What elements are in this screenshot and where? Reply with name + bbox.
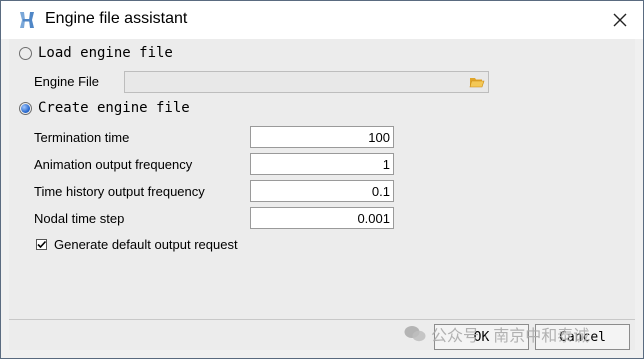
title-bar: Engine file assistant	[1, 1, 643, 39]
button-divider	[9, 319, 635, 320]
checkmark-icon	[37, 240, 47, 249]
load-engine-file-label: Load engine file	[38, 45, 173, 61]
time-history-output-frequency-label: Time history output frequency	[34, 184, 205, 199]
nodal-time-step-input[interactable]	[250, 207, 394, 229]
create-engine-file-radio[interactable]	[19, 101, 32, 115]
engine-file-assistant-dialog: Engine file assistant Load engine file E…	[0, 0, 644, 359]
create-engine-file-label: Create engine file	[38, 100, 190, 116]
watermark: 公众号 · 南京中和泰诚	[404, 322, 589, 346]
load-engine-file-option[interactable]: Load engine file	[19, 45, 173, 61]
termination-time-label: Termination time	[34, 130, 130, 145]
termination-time-input[interactable]	[250, 126, 394, 148]
app-logo-icon	[20, 12, 34, 28]
nodal-time-step-label: Nodal time step	[34, 211, 125, 226]
engine-file-label: Engine File	[34, 74, 100, 89]
dialog-body: Load engine file Engine File Create engi…	[9, 39, 635, 350]
watermark-text: 公众号 · 南京中和泰诚	[431, 328, 590, 345]
animation-output-frequency-label: Animation output frequency	[34, 157, 193, 172]
generate-default-output-option[interactable]: Generate default output request	[36, 237, 238, 252]
load-engine-file-radio[interactable]	[19, 46, 32, 60]
animation-output-frequency-input[interactable]	[250, 153, 394, 175]
wechat-icon	[404, 326, 426, 342]
close-button[interactable]	[605, 5, 635, 35]
close-icon	[613, 13, 627, 27]
engine-file-field[interactable]	[124, 71, 489, 93]
generate-default-output-label: Generate default output request	[54, 237, 238, 252]
window-title: Engine file assistant	[45, 10, 188, 27]
folder-open-icon[interactable]	[469, 74, 485, 90]
generate-default-output-checkbox[interactable]	[36, 239, 47, 250]
create-engine-file-option[interactable]: Create engine file	[19, 100, 190, 116]
time-history-output-frequency-input[interactable]	[250, 180, 394, 202]
